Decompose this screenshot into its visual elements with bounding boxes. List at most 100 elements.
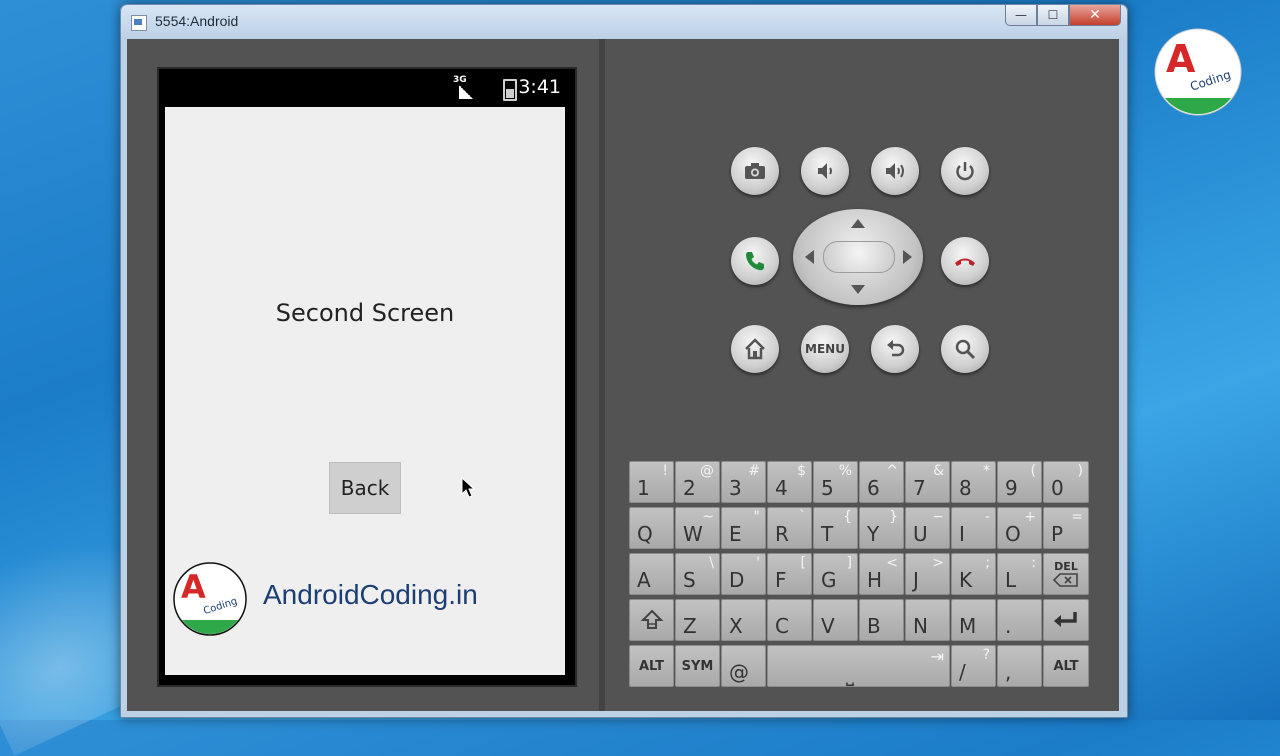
key-i[interactable]: I- xyxy=(951,507,996,549)
key-g[interactable]: G] xyxy=(813,553,858,595)
key-t[interactable]: T{ xyxy=(813,507,858,549)
key-sublabel: # xyxy=(748,463,760,479)
key-label: R xyxy=(775,522,789,546)
key-sublabel: & xyxy=(933,463,944,479)
key-o[interactable]: O + xyxy=(997,507,1042,549)
key-s[interactable]: S \ xyxy=(675,553,720,595)
home-button[interactable] xyxy=(731,325,779,373)
key-sublabel: ; xyxy=(985,555,990,571)
search-button[interactable] xyxy=(941,325,989,373)
network-type: 3G xyxy=(453,75,467,85)
key-k[interactable]: K; xyxy=(951,553,996,595)
key-sublabel: ? xyxy=(982,647,990,663)
key-period[interactable]: . xyxy=(997,599,1042,641)
key-w[interactable]: W ~ xyxy=(675,507,720,549)
key-r[interactable]: R ` xyxy=(767,507,812,549)
dpad-control[interactable] xyxy=(793,209,923,305)
key-label: 9 xyxy=(1005,476,1018,500)
key-c[interactable]: C xyxy=(767,599,812,641)
key-sublabel: ^ xyxy=(886,463,898,479)
key-2[interactable]: 2 @ xyxy=(675,461,720,503)
key-h[interactable]: H < xyxy=(859,553,904,595)
key-space[interactable]: ⎵ ⇥ xyxy=(767,645,950,687)
key-label: 0 xyxy=(1051,476,1064,500)
volume-up-icon xyxy=(886,163,904,179)
brand-logo-letter: A xyxy=(181,568,206,606)
key-label: O xyxy=(1005,522,1021,546)
key-n[interactable]: N xyxy=(905,599,950,641)
mouse-cursor-icon xyxy=(461,477,476,498)
tab-symbol: ⇥ xyxy=(930,647,944,666)
key-label: P xyxy=(1051,522,1064,546)
key-label: SYM xyxy=(681,658,714,674)
end-call-button[interactable] xyxy=(941,237,989,285)
key-slash[interactable]: /? xyxy=(951,645,996,687)
enter-icon xyxy=(1054,612,1077,627)
key-6[interactable]: 6 ^ xyxy=(859,461,904,503)
key-label: L xyxy=(1005,568,1017,592)
back-button[interactable]: Back xyxy=(329,462,401,514)
key-p[interactable]: P = xyxy=(1043,507,1089,549)
key-y[interactable]: Y} xyxy=(859,507,904,549)
key-sublabel: - xyxy=(984,509,990,525)
battery-icon xyxy=(503,79,517,101)
brand-logo-icon: A Coding xyxy=(173,562,247,636)
maximize-button[interactable]: ☐ xyxy=(1037,5,1069,26)
key-b[interactable]: B xyxy=(859,599,904,641)
volume-down-button[interactable] xyxy=(801,147,849,195)
key-label: C xyxy=(775,614,789,638)
key-4[interactable]: 4 $ xyxy=(767,461,812,503)
key-0[interactable]: 0) xyxy=(1043,461,1089,503)
key-x[interactable]: X xyxy=(721,599,766,641)
volume-up-button[interactable] xyxy=(871,147,919,195)
key-7[interactable]: 7 & xyxy=(905,461,950,503)
key-del[interactable]: DEL xyxy=(1043,553,1089,595)
close-button[interactable]: ✕ xyxy=(1069,5,1121,26)
dpad-left-icon[interactable] xyxy=(805,250,814,264)
dpad-down-icon[interactable] xyxy=(851,285,865,294)
panel-divider xyxy=(599,39,605,711)
key-3[interactable]: 3 # xyxy=(721,461,766,503)
key-z[interactable]: Z xyxy=(675,599,720,641)
call-button[interactable] xyxy=(731,237,779,285)
key-f[interactable]: F[ xyxy=(767,553,812,595)
key-j[interactable]: J > xyxy=(905,553,950,595)
key-shift[interactable] xyxy=(629,599,674,641)
key-1[interactable]: 1! xyxy=(629,461,674,503)
key-enter[interactable] xyxy=(1043,599,1089,641)
key-e[interactable]: E " xyxy=(721,507,766,549)
key-alt-left[interactable]: ALT xyxy=(629,645,674,687)
key-sym[interactable]: SYM xyxy=(675,645,720,687)
key-l[interactable]: L: xyxy=(997,553,1042,595)
key-sublabel: ` xyxy=(799,509,806,525)
key-label: A xyxy=(637,568,651,592)
dpad-center-button[interactable] xyxy=(823,241,895,273)
dpad-right-icon[interactable] xyxy=(903,250,912,264)
key-u[interactable]: U − xyxy=(905,507,950,549)
key-alt-right[interactable]: ALT xyxy=(1043,645,1089,687)
key-sublabel: > xyxy=(932,555,944,571)
back-key-button[interactable] xyxy=(871,325,919,373)
key-sublabel: ' xyxy=(756,555,760,571)
key-at[interactable]: @ xyxy=(721,645,766,687)
key-a[interactable]: A xyxy=(629,553,674,595)
minimize-button[interactable]: — xyxy=(1005,5,1037,26)
key-comma[interactable]: , xyxy=(997,645,1042,687)
key-5[interactable]: 5% xyxy=(813,461,858,503)
camera-button[interactable] xyxy=(731,147,779,195)
window-titlebar[interactable]: 5554:Android — ☐ ✕ xyxy=(121,5,1127,39)
key-8[interactable]: 8 * xyxy=(951,461,996,503)
key-d[interactable]: D ' xyxy=(721,553,766,595)
window-app-icon xyxy=(131,15,147,31)
back-arrow-icon xyxy=(887,340,905,357)
key-9[interactable]: 9( xyxy=(997,461,1042,503)
key-q[interactable]: Q xyxy=(629,507,674,549)
key-m[interactable]: M xyxy=(951,599,996,641)
menu-button[interactable]: MENU xyxy=(801,325,849,373)
dpad-up-icon[interactable] xyxy=(851,219,865,228)
brand-text: AndroidCoding.in xyxy=(263,579,478,610)
search-icon xyxy=(955,339,976,360)
key-v[interactable]: V xyxy=(813,599,858,641)
key-label: 5 xyxy=(821,476,834,500)
power-button[interactable] xyxy=(941,147,989,195)
